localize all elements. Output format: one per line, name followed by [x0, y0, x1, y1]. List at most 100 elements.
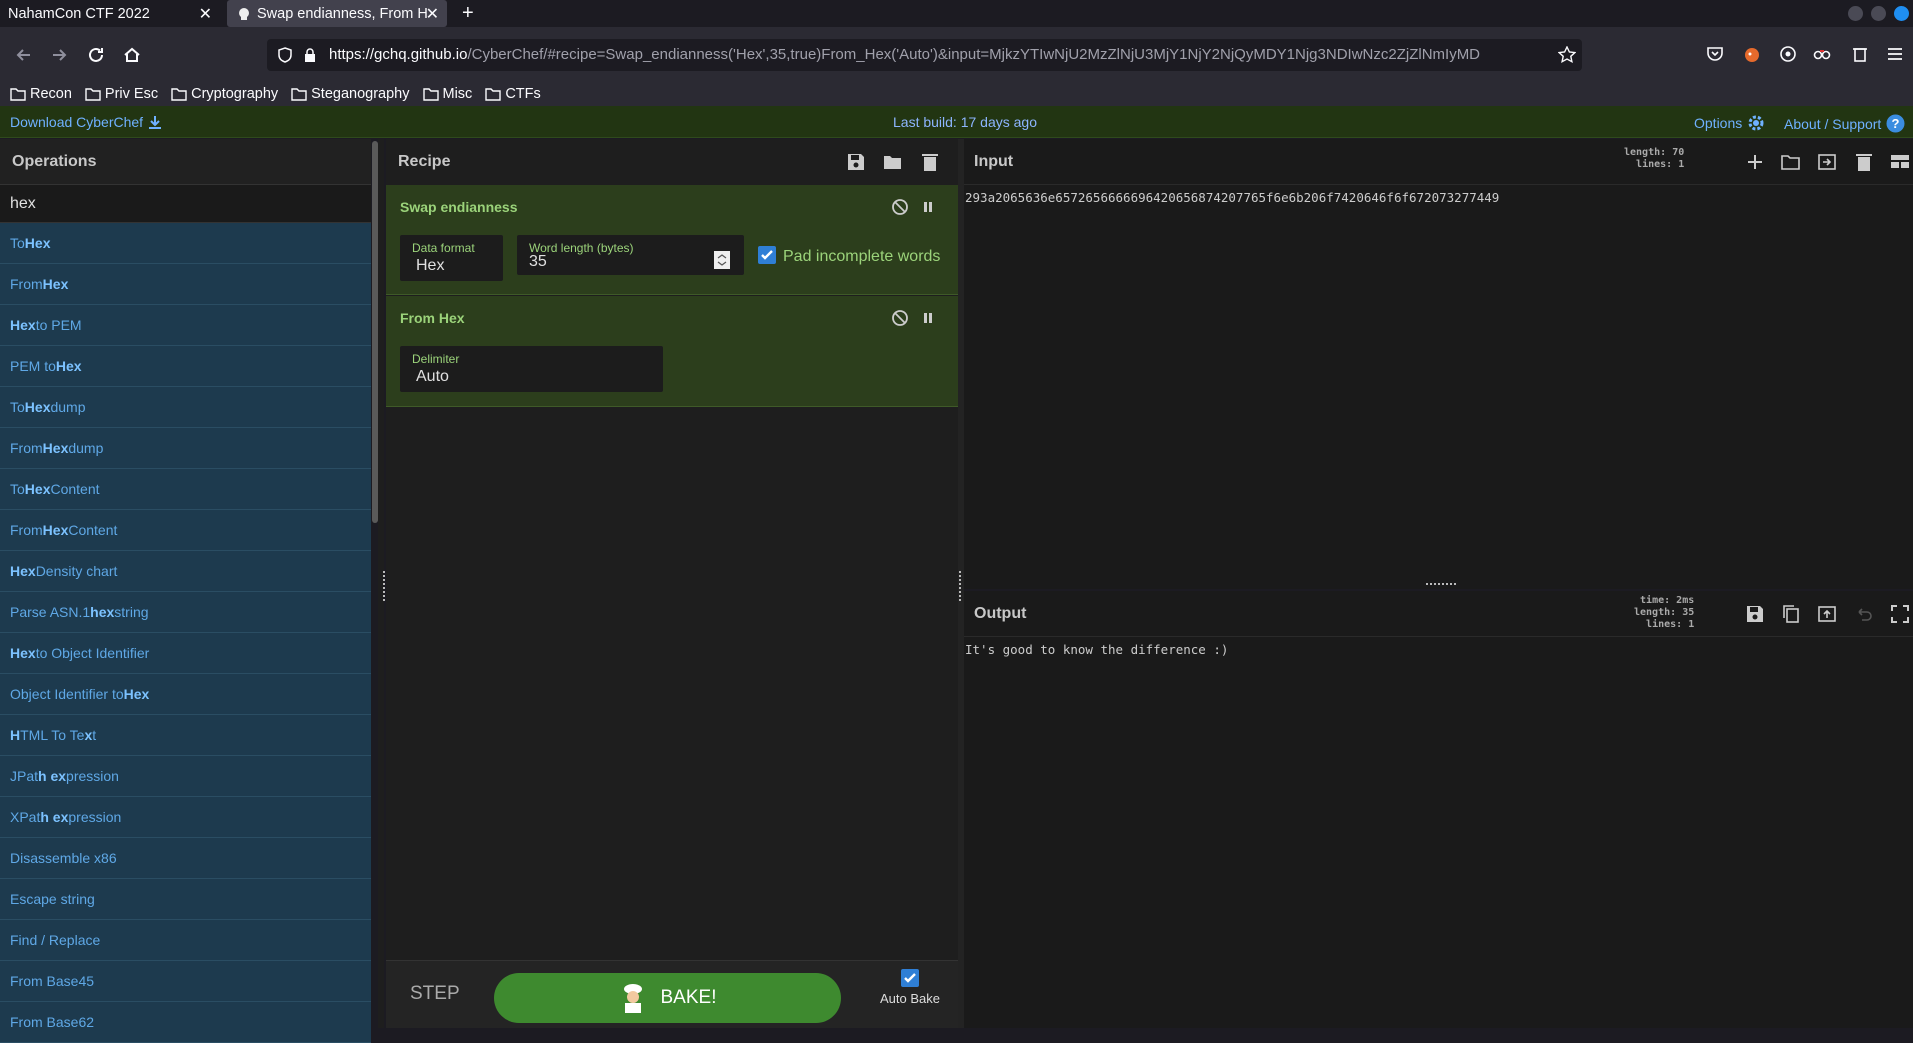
- bookmark-star-icon[interactable]: [1558, 46, 1576, 64]
- bookmark-label: CTFs: [505, 86, 541, 102]
- pad-incomplete-words-checkbox[interactable]: [758, 246, 776, 264]
- operation-item[interactable]: From Hex Content: [0, 510, 371, 551]
- download-icon: [149, 116, 162, 129]
- operations-search-input[interactable]: hex: [0, 185, 371, 223]
- trash-icon[interactable]: [1854, 152, 1874, 172]
- operation-label: string: [114, 604, 149, 620]
- operation-item[interactable]: From Hex: [0, 264, 371, 305]
- step-button[interactable]: STEP: [410, 983, 460, 1005]
- open-folder-icon[interactable]: [1781, 152, 1801, 172]
- operation-item[interactable]: To Hex Content: [0, 469, 371, 510]
- resize-handle[interactable]: [959, 571, 961, 601]
- operation-item[interactable]: H TML To Te x t: [0, 715, 371, 756]
- output-text[interactable]: It's good to know the difference :): [965, 642, 1228, 657]
- word-length-input[interactable]: Word length (bytes) 35: [517, 235, 744, 275]
- operation-item[interactable]: Hex to PEM: [0, 305, 371, 346]
- operation-item[interactable]: Escape string: [0, 879, 371, 920]
- fullscreen-icon[interactable]: [1890, 604, 1910, 624]
- operation-item[interactable]: From Hex dump: [0, 428, 371, 469]
- window-close-button[interactable]: [1894, 6, 1909, 21]
- from-hex-operation[interactable]: From Hex Delimiter Auto: [386, 296, 958, 407]
- trash-extension-icon[interactable]: [1850, 44, 1870, 64]
- disable-icon[interactable]: [891, 309, 909, 327]
- operation-item[interactable]: PEM to Hex: [0, 346, 371, 387]
- close-icon[interactable]: ✕: [199, 4, 212, 24]
- auto-bake-toggle[interactable]: Auto Bake: [870, 969, 950, 1006]
- operation-item[interactable]: JPat h ex pression: [0, 756, 371, 797]
- browser-tab-nahamcon[interactable]: NahamCon CTF 2022 ✕: [0, 0, 220, 27]
- shield-icon[interactable]: [277, 47, 293, 63]
- open-file-icon[interactable]: [1817, 152, 1837, 172]
- trash-icon[interactable]: [920, 152, 940, 172]
- operation-item[interactable]: From Base62: [0, 1002, 371, 1043]
- help-icon: ?: [1886, 114, 1905, 133]
- data-format-select[interactable]: Data format Hex: [400, 235, 503, 281]
- browser-tab-cyberchef[interactable]: Swap endianness, From H ✕: [227, 0, 447, 27]
- menu-icon[interactable]: [1885, 44, 1905, 64]
- extension-icon[interactable]: [1778, 44, 1798, 64]
- copy-icon[interactable]: [1781, 604, 1801, 624]
- options-label: Options: [1694, 115, 1743, 131]
- foxyproxy-icon[interactable]: [1742, 44, 1762, 64]
- input-textarea[interactable]: 293a2065636e6572656666696420656874207765…: [965, 190, 1499, 205]
- bookmark-folder-priv-esc[interactable]: Priv Esc: [85, 86, 158, 102]
- operation-item[interactable]: XPat h ex pression: [0, 797, 371, 838]
- io-resize-handle[interactable]: [1426, 583, 1456, 587]
- operation-item[interactable]: To Hex: [0, 223, 371, 264]
- spinner-icon[interactable]: [714, 251, 730, 269]
- folder-open-icon[interactable]: [883, 152, 903, 172]
- url-path: /CyberChef/#recipe=Swap_endianness('Hex'…: [467, 46, 1481, 63]
- bookmark-folder-misc[interactable]: Misc: [422, 86, 473, 102]
- operation-match: Hex: [42, 440, 69, 456]
- operation-label: To: [10, 399, 25, 415]
- recipe-header: Recipe: [386, 139, 958, 185]
- disable-icon[interactable]: [891, 198, 909, 216]
- bookmark-folder-steganography[interactable]: Steganography: [291, 86, 410, 102]
- save-icon[interactable]: [1745, 604, 1765, 624]
- layout-icon[interactable]: [1890, 152, 1910, 172]
- operation-item[interactable]: Disassemble x86: [0, 838, 371, 879]
- url-bar[interactable]: https://gchq.github.io/CyberChef/#recipe…: [267, 39, 1582, 71]
- replace-input-icon[interactable]: [1817, 604, 1837, 624]
- operation-item[interactable]: Find / Replace: [0, 920, 371, 961]
- browser-nav-bar: https://gchq.github.io/CyberChef/#recipe…: [0, 27, 1913, 82]
- resize-handle[interactable]: [383, 571, 385, 601]
- swap-endianness-operation[interactable]: Swap endianness Data format Hex Word len…: [386, 185, 958, 295]
- glasses-icon[interactable]: [1812, 44, 1832, 64]
- bake-button[interactable]: BAKE!: [494, 973, 841, 1023]
- operation-item[interactable]: Hex to Object Identifier: [0, 633, 371, 674]
- pause-icon[interactable]: [919, 198, 937, 216]
- home-icon[interactable]: [121, 44, 143, 66]
- forward-icon[interactable]: [48, 44, 70, 66]
- maximize-button[interactable]: [1871, 6, 1886, 21]
- add-tab-icon[interactable]: [1745, 152, 1765, 172]
- operation-label: From: [10, 522, 43, 538]
- minimize-button[interactable]: [1848, 6, 1863, 21]
- delimiter-select[interactable]: Delimiter Auto: [400, 346, 663, 392]
- pocket-icon[interactable]: [1705, 44, 1725, 64]
- operation-item[interactable]: Hex Density chart: [0, 551, 371, 592]
- operation-item[interactable]: To Hex dump: [0, 387, 371, 428]
- bookmark-folder-recon[interactable]: Recon: [10, 86, 72, 102]
- operation-item[interactable]: From Base45: [0, 961, 371, 1002]
- checkmark-icon: [761, 250, 773, 260]
- download-cyberchef-link[interactable]: Download CyberChef: [10, 114, 162, 130]
- bookmark-folder-ctfs[interactable]: CTFs: [485, 86, 541, 102]
- reload-icon[interactable]: [85, 44, 107, 66]
- pause-icon[interactable]: [919, 309, 937, 327]
- bookmark-label: Misc: [442, 86, 473, 102]
- folder-icon: [171, 88, 187, 101]
- operation-item[interactable]: Object Identifier to Hex: [0, 674, 371, 715]
- undo-icon[interactable]: [1854, 604, 1874, 624]
- auto-bake-checkbox[interactable]: [901, 969, 919, 987]
- new-tab-button[interactable]: +: [462, 2, 474, 25]
- close-icon[interactable]: ✕: [426, 4, 439, 24]
- options-link[interactable]: Options: [1694, 114, 1765, 132]
- bookmark-folder-cryptography[interactable]: Cryptography: [171, 86, 278, 102]
- lock-icon[interactable]: [303, 47, 317, 63]
- about-support-link[interactable]: About / Support ?: [1784, 114, 1905, 133]
- save-icon[interactable]: [846, 152, 866, 172]
- operation-item[interactable]: Parse ASN.1 hex string: [0, 592, 371, 633]
- back-icon[interactable]: [13, 44, 35, 66]
- recipe-title: Recipe: [398, 153, 451, 170]
